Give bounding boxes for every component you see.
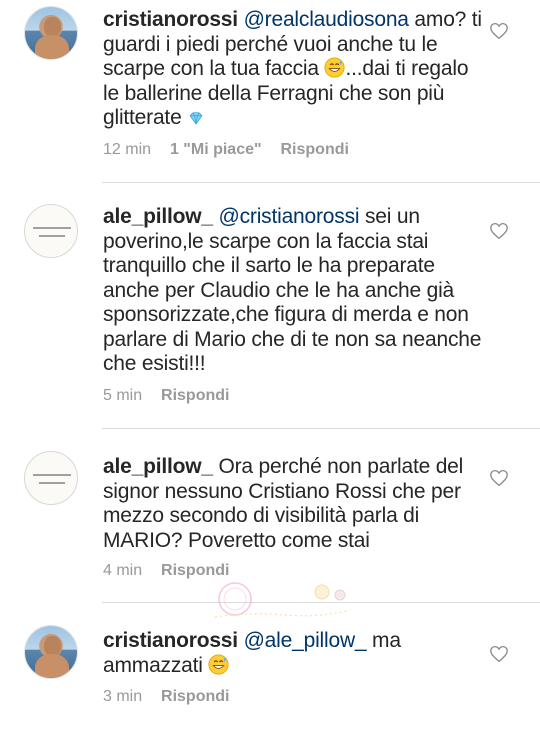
heart-icon[interactable] [489, 469, 509, 487]
avatar[interactable] [24, 6, 78, 60]
comment-meta: 12 min 1 "Mi piace" Rispondi [103, 141, 349, 159]
heart-icon[interactable] [489, 222, 509, 240]
avatar[interactable] [24, 625, 78, 679]
reply-button[interactable]: Rispondi [161, 688, 229, 705]
timestamp: 5 min [103, 387, 143, 404]
username[interactable]: ale_pillow_ [103, 455, 213, 478]
timestamp: 4 min [103, 562, 143, 579]
mention-link[interactable]: @ale_pillow_ [244, 629, 367, 652]
heart-icon[interactable] [489, 645, 509, 663]
timestamp: 3 min [103, 688, 143, 705]
comment-meta: 3 min Rispondi [103, 688, 229, 706]
avatar[interactable] [24, 451, 78, 505]
comment-item: cristianorossi @realclaudiosona amo? ti … [0, 0, 540, 182]
comment-item: ale_pillow_ @cristianorossi sei un pover… [0, 183, 540, 428]
comment-body: sei un poverino,le scarpe con la faccia … [103, 205, 482, 375]
watermark-icon [214, 582, 351, 618]
grinning-sweat-emoji [208, 653, 229, 675]
heart-icon[interactable] [489, 22, 509, 40]
username[interactable]: cristianorossi [103, 629, 238, 652]
timestamp: 12 min [103, 141, 152, 158]
comment-text: ale_pillow_ @cristianorossi sei un pover… [103, 205, 483, 377]
comment-text: cristianorossi @realclaudiosona amo? ti … [103, 8, 483, 131]
username[interactable]: cristianorossi [103, 8, 238, 31]
comment-meta: 5 min Rispondi [103, 387, 229, 405]
comment-text: cristianorossi @ale_pillow_ ma ammazzati [103, 629, 483, 678]
diamond-emoji [189, 112, 203, 125]
grinning-sweat-emoji [324, 57, 346, 78]
avatar[interactable] [24, 204, 78, 258]
comment-text: ale_pillow_ Ora perché non parlate del s… [103, 455, 483, 553]
reply-button[interactable]: Rispondi [281, 141, 349, 158]
likes-count[interactable]: 1 "Mi piace" [170, 141, 262, 158]
mention-link[interactable]: @realclaudiosona [244, 8, 409, 31]
reply-button[interactable]: Rispondi [161, 387, 229, 404]
username[interactable]: ale_pillow_ [103, 205, 213, 228]
mention-link[interactable]: @cristianorossi [219, 205, 360, 228]
